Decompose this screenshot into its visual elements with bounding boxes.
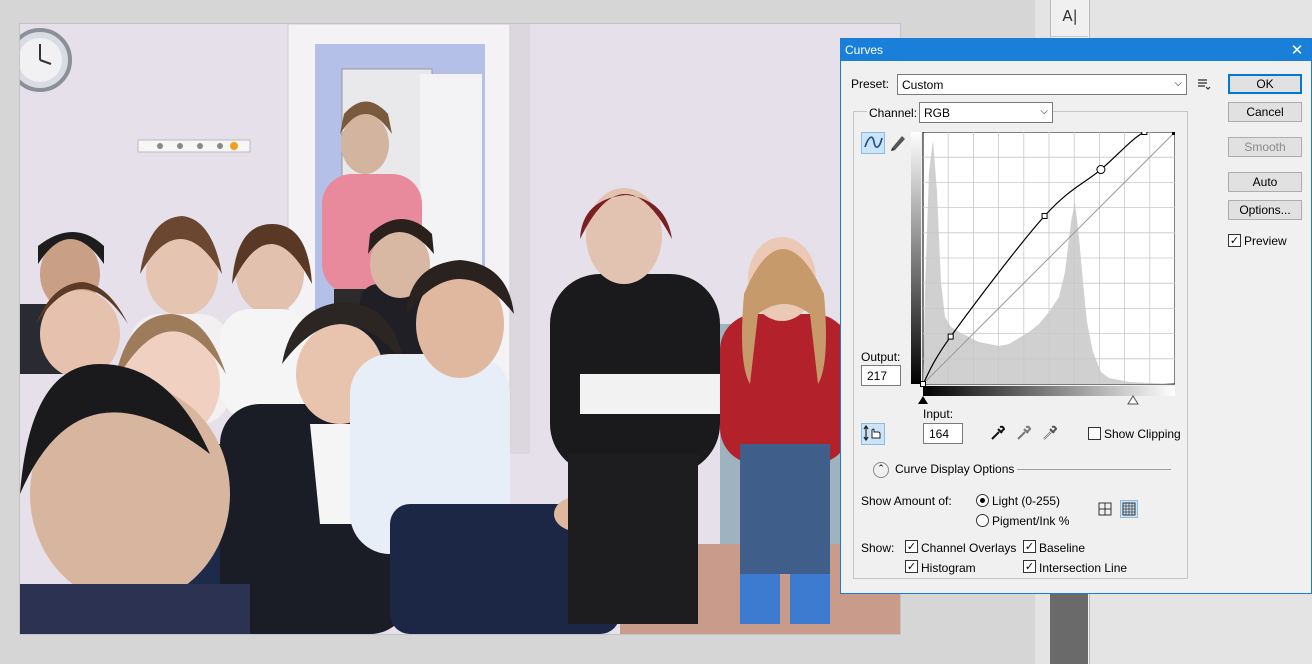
input-gradient-bar	[923, 386, 1175, 396]
white-point-slider[interactable]	[1127, 395, 1139, 405]
show-amount-label: Show Amount of:	[861, 494, 952, 508]
intersection-line-checkbox[interactable]: ✓	[1023, 560, 1036, 573]
curves-graph[interactable]	[909, 128, 1178, 406]
collapse-icon[interactable]: ⌃	[873, 462, 889, 478]
section-divider	[1017, 469, 1171, 470]
channel-overlays-checkbox[interactable]: ✓	[905, 540, 918, 553]
pigment-label: Pigment/Ink %	[992, 514, 1070, 528]
preset-select[interactable]: Custom ⌵	[897, 74, 1187, 95]
cancel-button[interactable]: Cancel	[1228, 102, 1302, 122]
simple-grid-icon[interactable]	[1096, 500, 1114, 518]
curve-point[interactable]	[920, 381, 926, 387]
document-image[interactable]	[20, 24, 900, 634]
output-field[interactable]: 217	[861, 365, 901, 386]
show-clipping-checkbox[interactable]	[1088, 427, 1101, 440]
input-field[interactable]: 164	[923, 423, 963, 444]
dialog-titlebar[interactable]: Curves ✕	[841, 39, 1311, 61]
light-radio[interactable]	[976, 494, 989, 507]
channel-label: Channel:	[867, 106, 920, 120]
pencil-icon[interactable]	[887, 132, 911, 154]
curve-point[interactable]	[1041, 213, 1048, 219]
options-button[interactable]: Options...	[1228, 200, 1302, 220]
panel-footer	[1050, 592, 1088, 664]
input-label: Input:	[923, 407, 954, 421]
curve-point[interactable]	[1172, 129, 1178, 135]
curves-dialog: Curves ✕ Preset: Custom ⌵ OK Cancel Smoo…	[840, 38, 1312, 594]
pigment-radio[interactable]	[976, 514, 989, 527]
panel-divider	[1050, 36, 1088, 37]
histogram-checkbox[interactable]: ✓	[905, 560, 918, 573]
preset-options-icon[interactable]	[1196, 76, 1212, 92]
preset-label: Preset:	[851, 77, 890, 91]
curve-point[interactable]	[947, 333, 954, 340]
channel-overlays-label: Channel Overlays	[921, 541, 1017, 555]
type-tool-icon[interactable]: A|	[1060, 6, 1080, 26]
close-icon[interactable]: ✕	[1289, 41, 1305, 59]
preview-checkbox[interactable]: ✓	[1228, 234, 1241, 247]
curve-point[interactable]	[1141, 129, 1148, 135]
black-eyedropper-icon[interactable]	[989, 424, 1007, 442]
preset-value: Custom	[902, 78, 944, 92]
chevron-down-icon: ⌵	[1040, 106, 1048, 117]
smooth-button[interactable]: Smooth	[1228, 137, 1302, 157]
show-clipping-label: Show Clipping	[1104, 427, 1181, 441]
preview-label: Preview	[1244, 234, 1287, 248]
channel-value: RGB	[924, 106, 951, 120]
intersection-line-label: Intersection Line	[1039, 561, 1128, 575]
curve-point-selected[interactable]	[1096, 165, 1106, 175]
chevron-down-icon: ⌵	[1174, 78, 1182, 89]
histogram-label: Histogram	[921, 561, 976, 575]
light-label: Light (0-255)	[992, 494, 1061, 508]
output-label: Output:	[861, 350, 901, 364]
white-eyedropper-icon[interactable]	[1041, 424, 1059, 442]
baseline-label: Baseline	[1039, 541, 1086, 555]
targeted-adjustment-icon[interactable]	[861, 423, 885, 445]
channel-select[interactable]: RGB ⌵	[919, 102, 1053, 123]
show-label: Show:	[861, 541, 895, 555]
gray-eyedropper-icon[interactable]	[1015, 424, 1033, 442]
detailed-grid-icon[interactable]	[1120, 500, 1138, 518]
output-gradient-bar	[911, 132, 921, 384]
curve-display-options-label[interactable]: Curve Display Options	[895, 462, 1014, 476]
auto-button[interactable]: Auto	[1228, 172, 1302, 192]
baseline-checkbox[interactable]: ✓	[1023, 540, 1036, 553]
curve-point-tool-icon[interactable]	[861, 132, 885, 154]
black-point-slider[interactable]	[918, 396, 928, 404]
ok-button[interactable]: OK	[1228, 74, 1302, 94]
dialog-title: Curves	[845, 43, 884, 57]
